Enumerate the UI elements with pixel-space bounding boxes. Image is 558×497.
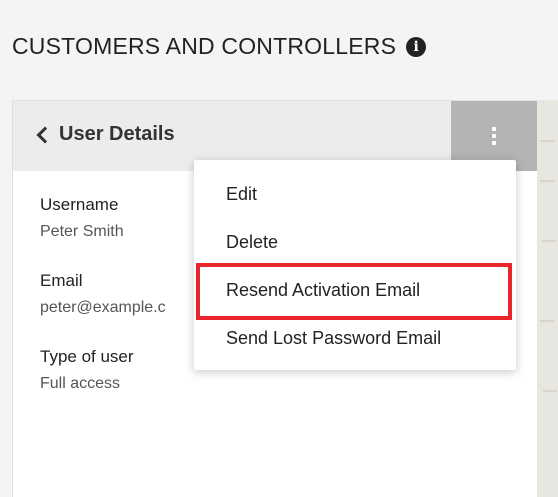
field-email: Email peter@example.c <box>40 271 166 317</box>
user-details: Username Peter Smith Email peter@example… <box>40 195 166 423</box>
field-value: Peter Smith <box>40 223 124 240</box>
field-label: Type of user <box>40 347 134 366</box>
map-background <box>536 100 558 497</box>
panel-title: User Details <box>59 123 175 145</box>
page-title: CUSTOMERS AND CONTROLLERS <box>12 32 397 59</box>
field-type-of-user: Type of user Full access <box>40 347 166 393</box>
page: CUSTOMERS AND CONTROLLERS i User Details… <box>0 0 558 497</box>
field-label: Username <box>40 195 119 214</box>
back-button[interactable]: User Details <box>36 123 175 146</box>
field-value: Full access <box>40 375 121 392</box>
field-value: peter@example.c <box>40 299 166 316</box>
menu-item-delete[interactable]: Delete <box>194 222 516 270</box>
actions-dropdown-menu: Edit Delete Resend Activation Email Send… <box>194 160 516 370</box>
field-label: Email <box>40 271 83 290</box>
menu-item-send-lost-password-email[interactable]: Send Lost Password Email <box>194 318 516 366</box>
page-title-row: CUSTOMERS AND CONTROLLERS i <box>0 0 558 100</box>
field-username: Username Peter Smith <box>40 195 166 241</box>
menu-item-edit[interactable]: Edit <box>194 174 516 222</box>
chevron-left-icon <box>36 126 54 144</box>
info-circle-icon[interactable]: i <box>406 37 427 57</box>
kebab-menu-icon <box>492 127 496 145</box>
menu-item-resend-activation-email[interactable]: Resend Activation Email <box>194 270 516 318</box>
